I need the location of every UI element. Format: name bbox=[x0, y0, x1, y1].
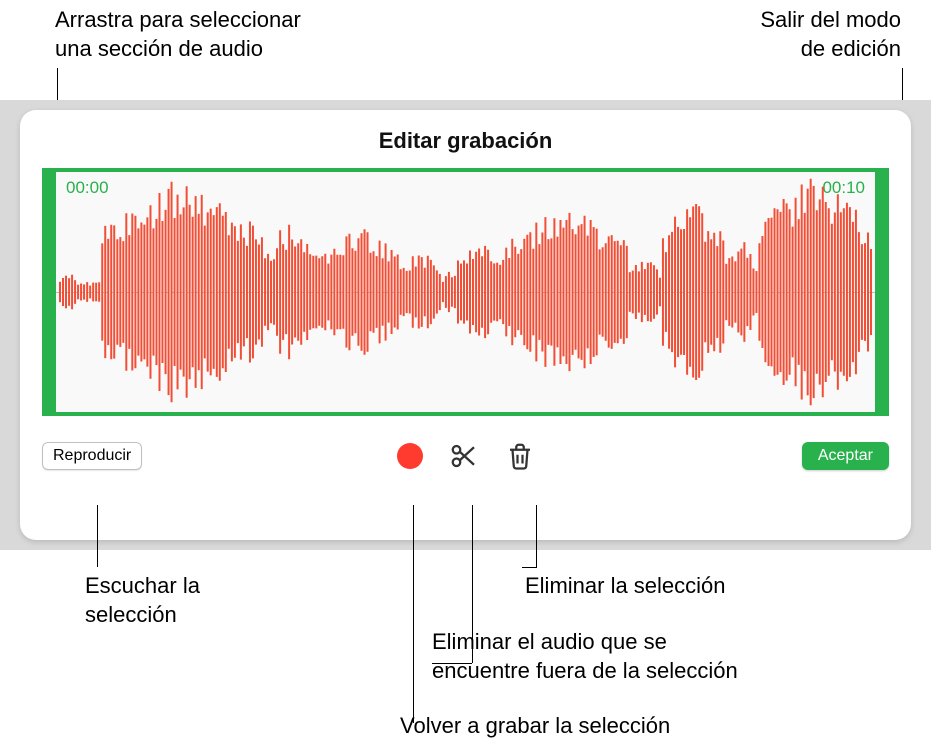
selection-handle-right[interactable] bbox=[879, 281, 885, 303]
center-controls bbox=[397, 441, 535, 471]
edit-panel: Editar grabación 00:00 00:10 Reproducir bbox=[20, 110, 911, 540]
callout-listen: Escuchar la selección bbox=[85, 572, 200, 629]
callout-delete: Eliminar la selección bbox=[525, 572, 726, 601]
callout-line bbox=[536, 505, 537, 567]
callout-drag-select: Arrastra para seleccionar una sección de… bbox=[55, 6, 301, 63]
accept-button[interactable]: Aceptar bbox=[802, 442, 889, 470]
controls-row: Reproducir bbox=[42, 438, 889, 474]
callout-line bbox=[97, 505, 98, 567]
scissors-icon bbox=[449, 441, 479, 471]
panel-title: Editar grabación bbox=[42, 128, 889, 154]
callout-trim-outside: Eliminar el audio que se encuentre fuera… bbox=[432, 628, 738, 685]
waveform-icon bbox=[56, 172, 875, 412]
callout-line bbox=[472, 505, 473, 663]
callout-exit-edit: Salir del modo de edición bbox=[760, 6, 901, 63]
waveform-selection-area[interactable]: 00:00 00:10 bbox=[42, 168, 889, 416]
trash-icon bbox=[505, 441, 535, 471]
callout-line bbox=[413, 505, 414, 723]
callout-line bbox=[522, 567, 537, 568]
record-button[interactable] bbox=[397, 443, 423, 469]
selection-handle-left[interactable] bbox=[46, 281, 52, 303]
callout-rerecord: Volver a grabar la selección bbox=[400, 712, 670, 741]
callout-line bbox=[432, 663, 472, 664]
trim-button[interactable] bbox=[449, 441, 479, 471]
play-button[interactable]: Reproducir bbox=[42, 442, 142, 470]
delete-button[interactable] bbox=[505, 441, 535, 471]
